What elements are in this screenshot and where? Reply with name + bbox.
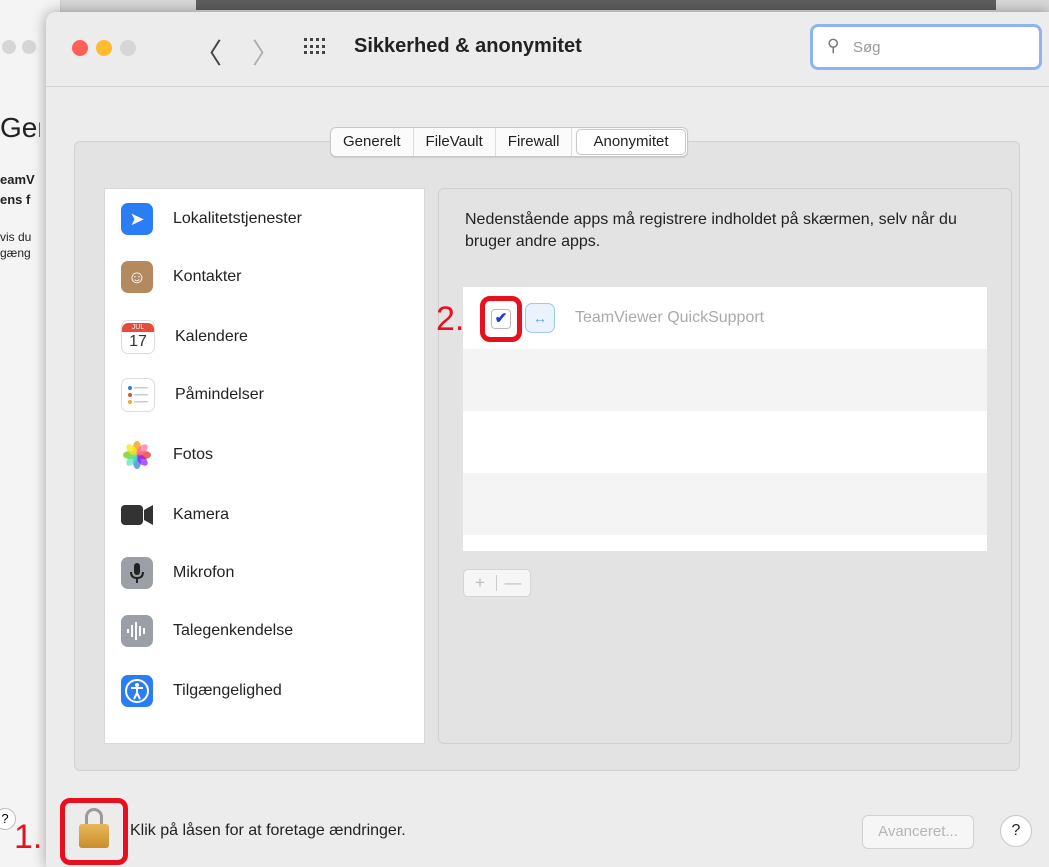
tab-firewall[interactable]: Firewall (496, 128, 573, 156)
sidebar-item-label: Mikrofon (173, 564, 235, 581)
annotation-box-lock (60, 798, 128, 865)
calendar-icon: JUL 17 (121, 320, 155, 354)
background-toolbar (196, 0, 996, 10)
search-input[interactable] (851, 38, 1025, 57)
annotation-step-2: 2. (436, 300, 465, 338)
tab-filevault[interactable]: FileVault (414, 128, 496, 156)
advanced-button[interactable]: Avanceret... (862, 815, 974, 849)
location-icon: ➤ (121, 203, 153, 235)
accessibility-icon (121, 675, 153, 707)
app-list: ✔ ↔ TeamViewer QuickSupport (463, 287, 987, 551)
teamviewer-icon: ↔ (525, 303, 555, 333)
photos-icon (121, 439, 153, 471)
sidebar-item-label: Tilgængelighed (173, 682, 282, 699)
show-all-grid-icon[interactable] (304, 38, 325, 56)
minimize-button[interactable] (96, 40, 112, 56)
sidebar-item-label: Kalendere (175, 328, 248, 345)
app-row-teamviewer[interactable]: ✔ ↔ TeamViewer QuickSupport (463, 287, 987, 349)
sidebar-item-fotos[interactable]: Fotos (121, 433, 213, 477)
sidebar-item-label: Fotos (173, 446, 214, 463)
camera-icon (121, 499, 153, 531)
sidebar-item-paamindelser[interactable]: Påmindelser (121, 373, 264, 417)
sidebar-item-kalendere[interactable]: JUL 17 Kalendere (121, 315, 248, 359)
background-traffic-lights (2, 40, 36, 54)
tab-anonymitet[interactable]: Anonymitet (576, 129, 686, 155)
background-text: ens f (0, 192, 31, 207)
sidebar-item-talegenkendelse[interactable]: Talegenkendelse (121, 609, 293, 653)
background-text: eamV (0, 172, 35, 187)
sidebar-item-lokalitetstjenester[interactable]: ➤ Lokalitetstjenester (121, 197, 302, 241)
add-button[interactable]: + (464, 570, 496, 596)
app-row-empty (463, 411, 987, 473)
tab-bar: Generelt FileVault Firewall Anonymitet (330, 127, 688, 157)
back-button[interactable]: 〈 (194, 32, 222, 72)
tab-generelt[interactable]: Generelt (331, 128, 414, 156)
zoom-button[interactable] (120, 40, 136, 56)
detail-pane: Nedenstående apps må registrere indholde… (438, 188, 1012, 744)
forward-button[interactable]: 〉 (252, 32, 280, 72)
calendar-day: 17 (129, 332, 147, 350)
sidebar-item-mikrofon[interactable]: Mikrofon (121, 551, 234, 595)
speech-recognition-icon (121, 615, 153, 647)
privacy-category-list: ➤ Lokalitetstjenester ☺ Kontakter JUL 17… (104, 188, 425, 744)
titlebar: 〈 〉 Sikkerhed & anonymitet ⚲ (46, 12, 1049, 87)
sidebar-item-label: Talegenkendelse (173, 622, 294, 639)
sidebar-item-kamera[interactable]: Kamera (121, 493, 229, 537)
background-text: gæng (0, 246, 31, 260)
remove-button[interactable]: — (497, 570, 529, 596)
sidebar-item-label: Lokalitetstjenester (173, 210, 302, 227)
app-row-empty (463, 473, 987, 535)
search-icon: ⚲ (827, 36, 840, 55)
sidebar-item-kontakter[interactable]: ☺ Kontakter (121, 255, 241, 299)
sidebar-item-label: Påmindelser (175, 386, 264, 403)
app-row-empty (463, 349, 987, 411)
description-text: Nedenstående apps må registrere indholde… (465, 211, 957, 250)
add-remove-control: + — (463, 569, 531, 597)
sidebar-item-label: Kamera (173, 506, 230, 523)
search-field[interactable]: ⚲ (810, 24, 1042, 70)
help-button[interactable]: ? (1000, 815, 1032, 847)
background-dot (2, 40, 16, 54)
calendar-month: JUL (122, 322, 154, 332)
app-name: TeamViewer QuickSupport (575, 309, 765, 326)
background-text: vis du (0, 230, 32, 244)
reminders-icon (121, 378, 155, 412)
background-heading: Gen (0, 112, 40, 143)
lock-instruction-text: Klik på låsen for at foretage ændringer. (130, 822, 406, 839)
close-button[interactable] (72, 40, 88, 56)
contacts-icon: ☺ (121, 261, 153, 293)
sidebar-item-label: Kontakter (173, 268, 242, 285)
microphone-icon (121, 557, 153, 589)
annotation-step-1: 1. (14, 818, 43, 856)
background-dot (22, 40, 36, 54)
annotation-box-checkbox (480, 296, 522, 342)
sidebar-item-tilgaengelighed[interactable]: Tilgængelighed (121, 669, 282, 713)
window-title: Sikkerhed & anonymitet (354, 35, 582, 57)
